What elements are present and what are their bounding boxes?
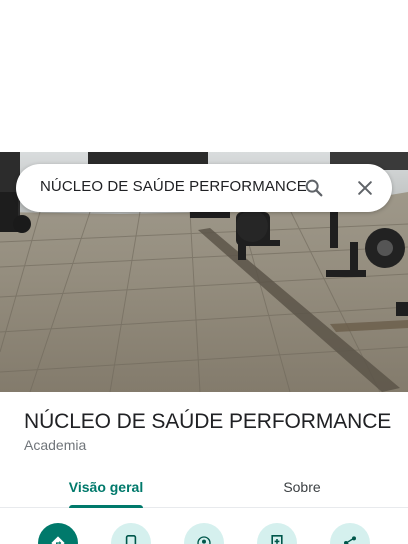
action-buttons-row	[0, 520, 408, 544]
save-button[interactable]	[257, 523, 297, 544]
place-title: NÚCLEO DE SAÚDE PERFORMANCE	[24, 410, 392, 433]
directions-button[interactable]	[38, 523, 78, 544]
place-category[interactable]: Academia	[24, 437, 86, 453]
save-icon	[270, 535, 284, 544]
tab-bar: Visão geral Sobre	[0, 466, 408, 508]
search-query[interactable]: NÚCLEO DE SAÚDE PERFORMANCE	[40, 178, 308, 195]
nearby-button[interactable]	[184, 523, 224, 544]
directions-icon	[50, 535, 66, 544]
call-button[interactable]	[111, 523, 151, 544]
search-bar[interactable]: NÚCLEO DE SAÚDE PERFORMANCE	[16, 164, 392, 212]
share-icon	[342, 535, 358, 544]
search-icon[interactable]	[300, 174, 328, 202]
map-blank-area	[0, 0, 408, 152]
share-button[interactable]	[330, 523, 370, 544]
tab-selected-indicator	[69, 505, 143, 508]
tab-about[interactable]: Sobre	[248, 466, 356, 508]
close-icon[interactable]	[351, 174, 379, 202]
phone-icon	[124, 535, 138, 544]
nearby-icon	[196, 535, 212, 544]
tab-overview[interactable]: Visão geral	[52, 466, 160, 508]
